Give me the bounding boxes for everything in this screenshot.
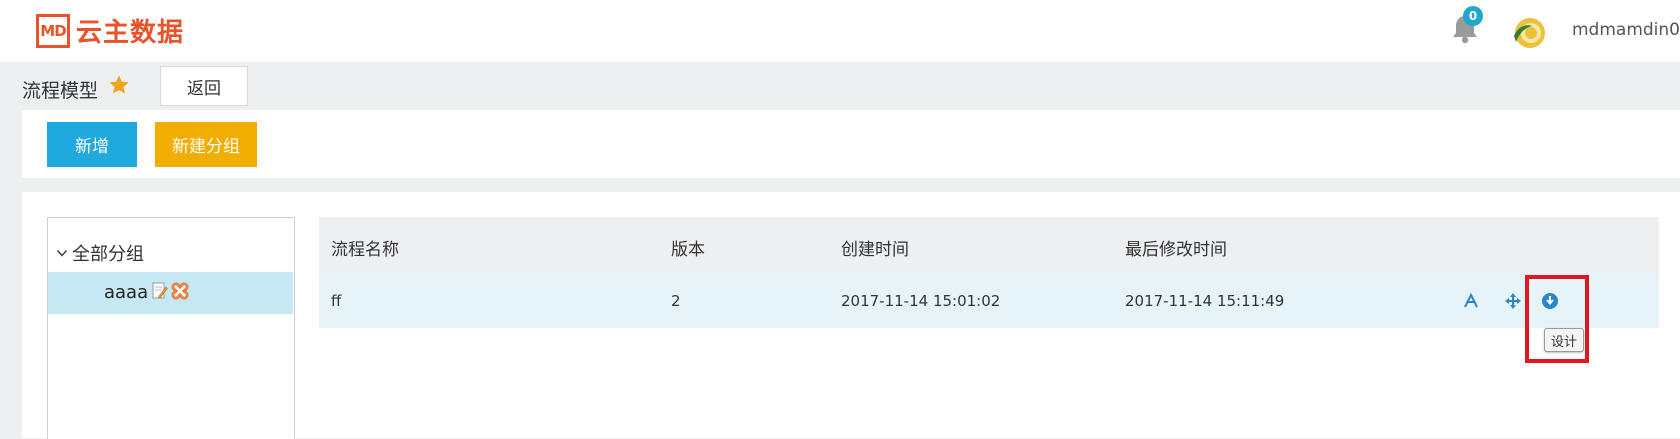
column-header-modified[interactable]: 最后修改时间 (1125, 235, 1227, 260)
tree-item-label: aaaa (104, 282, 149, 303)
tree-root[interactable]: 全部分组 (56, 240, 144, 266)
add-button[interactable]: 新增 (47, 122, 137, 167)
chevron-down-icon[interactable] (56, 247, 68, 259)
group-tree: 全部分组 aaaa (47, 217, 295, 439)
logo-mark: MD (36, 13, 70, 48)
username[interactable]: mdmamdin0 (1572, 20, 1680, 40)
column-header-created[interactable]: 创建时间 (841, 235, 909, 260)
logo-text: 云主数据 (76, 18, 185, 48)
toolbar (22, 110, 1680, 178)
edit-icon[interactable] (152, 282, 168, 300)
page-title: 流程模型 (22, 80, 99, 102)
move-icon[interactable] (1504, 292, 1522, 310)
tree-item[interactable]: aaaa (48, 272, 293, 314)
star-icon[interactable] (108, 74, 130, 96)
delete-icon[interactable] (170, 281, 190, 301)
design-icon[interactable] (1462, 292, 1480, 310)
add-group-button[interactable]: 新建分组 (155, 122, 257, 167)
column-header-name[interactable]: 流程名称 (331, 235, 399, 260)
notification-badge: 0 (1463, 6, 1483, 26)
table-header: 流程名称 版本 创建时间 最后修改时间 (319, 217, 1659, 274)
cell-version: 2 (671, 292, 681, 310)
avatar[interactable] (1510, 12, 1548, 50)
column-header-version[interactable]: 版本 (671, 235, 705, 260)
highlight-box (1525, 275, 1589, 363)
cell-created: 2017-11-14 15:01:02 (841, 292, 1001, 310)
back-button[interactable]: 返回 (160, 66, 248, 106)
cell-name: ff (331, 292, 342, 310)
tree-root-label: 全部分组 (72, 244, 144, 265)
table-row[interactable]: ff 2 2017-11-14 15:01:02 2017-11-14 15:1… (319, 274, 1659, 328)
top-header: MD 云主数据 0 mdmamdin0 (0, 0, 1680, 62)
cell-modified: 2017-11-14 15:11:49 (1125, 292, 1285, 310)
app-logo[interactable]: MD 云主数据 (36, 12, 184, 49)
